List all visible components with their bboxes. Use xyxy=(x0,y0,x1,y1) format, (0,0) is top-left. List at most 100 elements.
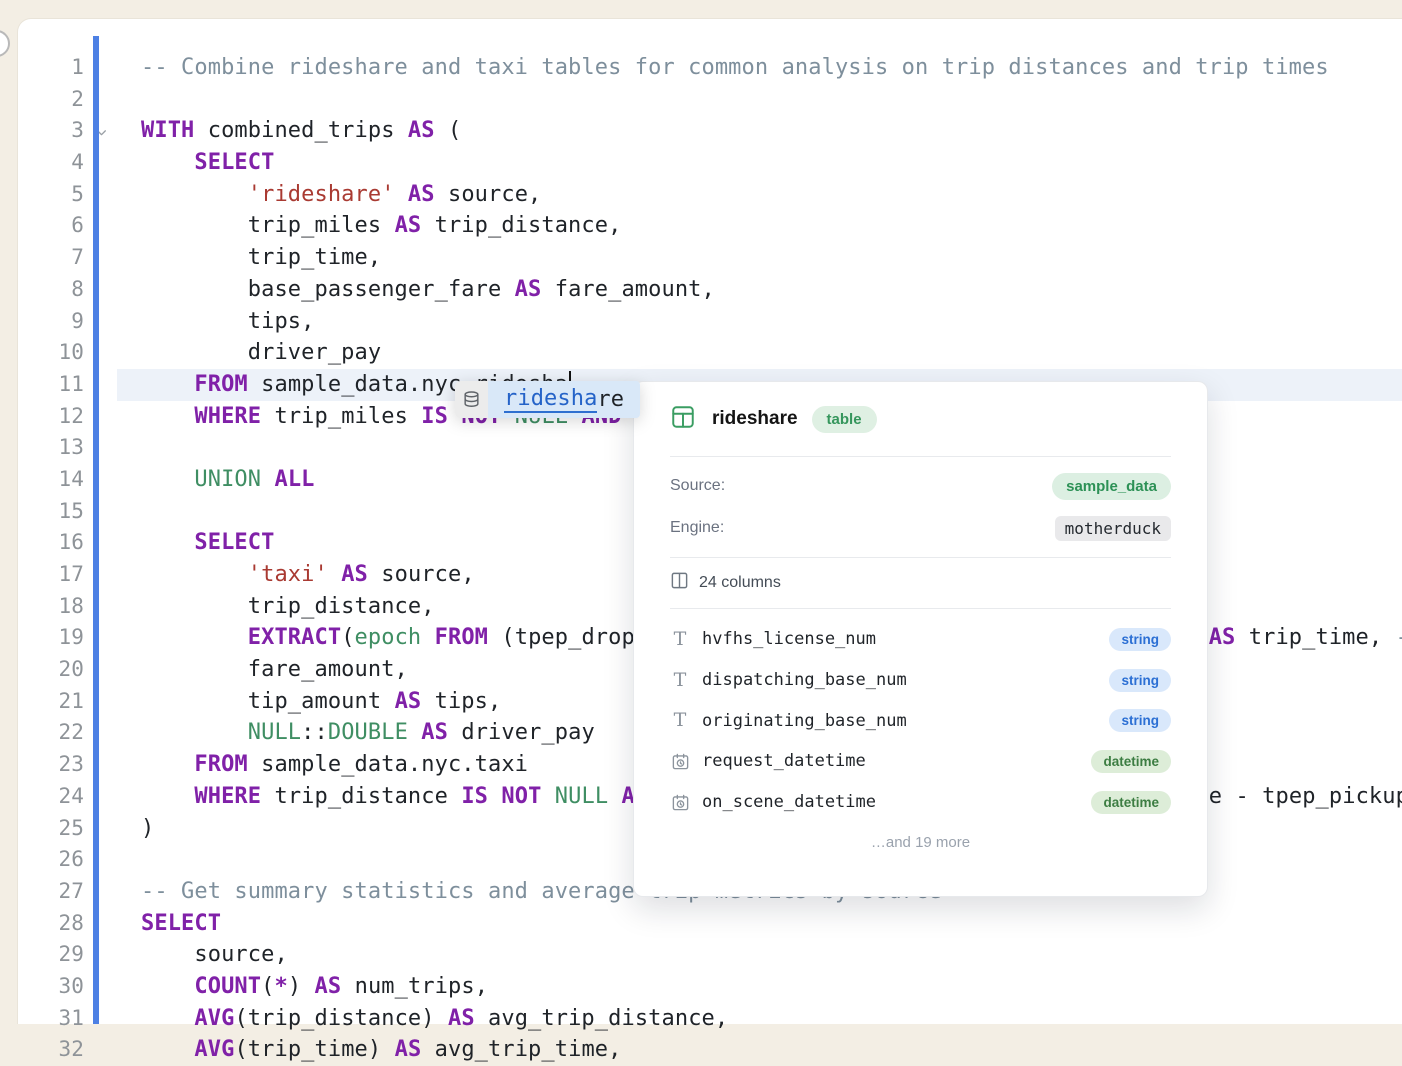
line-number: 13 xyxy=(18,432,84,464)
line-number: 21 xyxy=(18,686,84,718)
line-number: 20 xyxy=(18,654,84,686)
columns-count-row: 24 columns xyxy=(670,558,1171,608)
line-number: 31 xyxy=(18,1003,84,1035)
line-number: 17 xyxy=(18,559,84,591)
code-text: ) xyxy=(141,813,154,845)
column-row: Thvfhs_license_numstring xyxy=(670,619,1171,660)
column-row: on_scene_datetimedatetime xyxy=(670,782,1171,823)
line-number: 22 xyxy=(18,717,84,749)
code-text: driver_pay xyxy=(141,337,381,369)
line-number: 30 xyxy=(18,971,84,1003)
code-line[interactable]: 4 SELECT xyxy=(18,147,1402,179)
column-name: dispatching_base_num xyxy=(702,670,1109,690)
code-line[interactable]: 31 AVG(trip_distance) AS avg_trip_distan… xyxy=(18,1003,1402,1035)
line-number: 7 xyxy=(18,242,84,274)
table-icon xyxy=(670,404,696,435)
code-line[interactable]: 8 base_passenger_fare AS fare_amount, xyxy=(18,274,1402,306)
code-text: trip_miles AS trip_distance, xyxy=(141,210,621,242)
code-text: SELECT xyxy=(141,147,274,179)
line-number: 4 xyxy=(18,147,84,179)
column-row: Tdispatching_base_numstring xyxy=(670,660,1171,701)
line-number: 9 xyxy=(18,306,84,338)
line-number: 16 xyxy=(18,527,84,559)
partial-circle-button[interactable] xyxy=(0,30,10,57)
code-line[interactable]: 7 trip_time, xyxy=(18,242,1402,274)
code-line[interactable]: 1 -- Combine rideshare and taxi tables fo… xyxy=(18,52,1402,84)
column-name: originating_base_num xyxy=(702,711,1109,731)
line-number: 26 xyxy=(18,844,84,876)
code-line[interactable]: 29 source, xyxy=(18,939,1402,971)
text-icon: T xyxy=(670,711,690,730)
line-number: 29 xyxy=(18,939,84,971)
column-name: on_scene_datetime xyxy=(702,792,1091,812)
code-text: source, xyxy=(141,939,288,971)
source-row: Source: sample_data xyxy=(670,465,1171,507)
code-line[interactable]: 28 SELECT xyxy=(18,908,1402,940)
autocomplete-match-text: ridesha xyxy=(504,386,597,413)
code-text: SELECT xyxy=(141,527,274,559)
code-text: NULL::DOUBLE AS driver_pay xyxy=(141,717,595,749)
column-row: request_datetimedatetime xyxy=(670,741,1171,782)
column-type-badge: string xyxy=(1109,669,1171,692)
database-icon xyxy=(455,381,488,418)
code-text: trip_distance, xyxy=(141,591,435,623)
line-number: 28 xyxy=(18,908,84,940)
code-text: tips, xyxy=(141,306,315,338)
code-line[interactable]: 9 tips, xyxy=(18,306,1402,338)
code-line[interactable]: 32 AVG(trip_time) AS avg_trip_time, xyxy=(18,1034,1402,1066)
code-text: 'rideshare' AS source, xyxy=(141,179,541,211)
column-type-badge: datetime xyxy=(1091,791,1171,814)
popup-table-title: rideshare xyxy=(712,408,798,430)
calendar-clock-icon xyxy=(670,752,690,771)
code-text: trip_time, xyxy=(141,242,381,274)
code-text: tip_amount AS tips, xyxy=(141,686,501,718)
line-number: 2 xyxy=(18,84,84,116)
line-number: 27 xyxy=(18,876,84,908)
gutter-accent-bar xyxy=(93,36,99,1024)
code-line[interactable]: 5 'rideshare' AS source, xyxy=(18,179,1402,211)
column-row: Toriginating_base_numstring xyxy=(670,700,1171,741)
code-text: FROM sample_data.nyc.taxi xyxy=(141,749,528,781)
line-number: 19 xyxy=(18,622,84,654)
code-text: 'taxi' AS source, xyxy=(141,559,475,591)
column-name: request_datetime xyxy=(702,751,1091,771)
columns-icon xyxy=(670,571,689,595)
line-number: 32 xyxy=(18,1034,84,1066)
text-icon: T xyxy=(670,630,690,649)
code-line[interactable]: 3 WITH combined_trips AS ( xyxy=(18,115,1402,147)
line-number: 5 xyxy=(18,179,84,211)
line-number: 12 xyxy=(18,401,84,433)
code-text: AVG(trip_time) AS avg_trip_time, xyxy=(141,1034,621,1066)
column-type-badge: string xyxy=(1109,628,1171,651)
line-number: 11 xyxy=(18,369,84,401)
line-number: 23 xyxy=(18,749,84,781)
engine-value-badge: motherduck xyxy=(1055,516,1171,541)
table-info-popup: rideshare table Source: sample_data Engi… xyxy=(633,381,1208,897)
code-line[interactable]: 10 driver_pay xyxy=(18,337,1402,369)
table-type-badge: table xyxy=(812,406,877,433)
autocomplete-item-rideshare[interactable]: rideshare xyxy=(488,381,640,418)
code-line[interactable]: 6 trip_miles AS trip_distance, xyxy=(18,210,1402,242)
code-line[interactable]: 2 xyxy=(18,84,1402,116)
code-text: -- Combine rideshare and taxi tables for… xyxy=(141,52,1329,84)
column-type-badge: datetime xyxy=(1091,750,1171,773)
line-number: 15 xyxy=(18,496,84,528)
code-text: SELECT xyxy=(141,908,221,940)
line-number: 8 xyxy=(18,274,84,306)
autocomplete-dropdown: rideshare xyxy=(455,381,640,418)
code-text: fare_amount, xyxy=(141,654,408,686)
calendar-clock-icon xyxy=(670,793,690,812)
line-number: 18 xyxy=(18,591,84,623)
columns-count-text: 24 columns xyxy=(699,574,781,592)
code-text: WITH combined_trips AS ( xyxy=(141,115,461,147)
more-columns-text: …and 19 more xyxy=(670,834,1171,851)
column-type-badge: string xyxy=(1109,709,1171,732)
line-number: 3 xyxy=(18,115,84,147)
line-number: 1 xyxy=(18,52,84,84)
line-number: 6 xyxy=(18,210,84,242)
autocomplete-rest-text: re xyxy=(597,387,624,412)
popup-header: rideshare table xyxy=(670,382,1171,456)
code-text: COUNT(*) AS num_trips, xyxy=(141,971,488,1003)
text-icon: T xyxy=(670,671,690,690)
code-line[interactable]: 30 COUNT(*) AS num_trips, xyxy=(18,971,1402,1003)
